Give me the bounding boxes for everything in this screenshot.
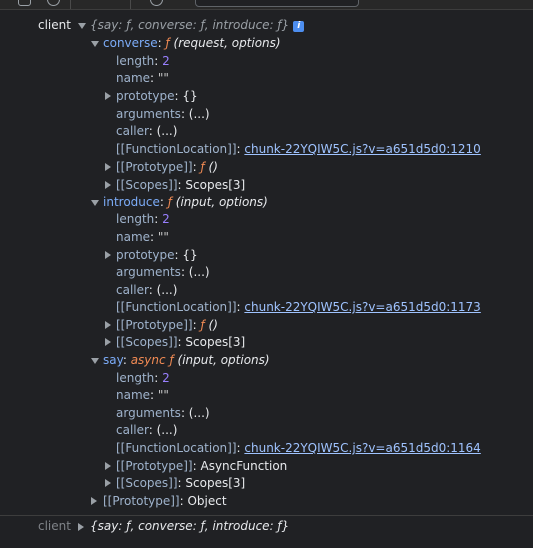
filter-input[interactable]: [195, 0, 359, 7]
property-scopes[interactable]: [[Scopes]]: Scopes[3]: [116, 475, 245, 492]
property-length: length: 2: [116, 212, 170, 226]
property-prototype-internal[interactable]: [[Prototype]]: AsyncFunction: [116, 458, 287, 475]
expand-arrow-icon[interactable]: [91, 497, 97, 505]
property-caller[interactable]: caller: (...): [116, 422, 177, 439]
property-root-prototype[interactable]: [[Prototype]]: Object: [103, 493, 227, 510]
expand-arrow-icon[interactable]: [105, 163, 111, 171]
source-link[interactable]: chunk-22YQIW5C.js?v=a651d5d0:1210: [244, 142, 480, 156]
property-function-location: [[FunctionLocation]]: chunk-22YQIW5C.js?…: [116, 441, 481, 455]
property-name: name: "": [116, 71, 169, 85]
toolbar-separator: [130, 0, 131, 9]
property-scopes[interactable]: [[Scopes]]: Scopes[3]: [116, 177, 245, 194]
variable-name: client: [38, 519, 71, 533]
eye-icon[interactable]: [150, 0, 163, 6]
property-converse[interactable]: converse: ƒ (request, options): [103, 35, 281, 52]
console-toolbar: [0, 0, 533, 10]
property-function-location: [[FunctionLocation]]: chunk-22YQIW5C.js?…: [116, 300, 481, 314]
property-prototype-internal[interactable]: [[Prototype]]: ƒ (): [116, 317, 218, 334]
property-arguments[interactable]: arguments: (...): [116, 405, 210, 422]
expand-arrow-icon[interactable]: [105, 338, 111, 346]
expand-arrow-icon[interactable]: [105, 462, 111, 470]
entry-divider: [0, 515, 533, 516]
expand-arrow-icon[interactable]: [91, 41, 99, 47]
clear-console-icon[interactable]: [47, 0, 60, 6]
expand-arrow-icon[interactable]: [78, 523, 84, 531]
property-function-location: [[FunctionLocation]]: chunk-22YQIW5C.js?…: [116, 142, 481, 156]
expand-arrow-icon[interactable]: [105, 251, 111, 259]
variable-name: client: [38, 18, 71, 32]
object-preview[interactable]: {say: ƒ, converse: ƒ, introduce: ƒ}: [90, 518, 289, 535]
property-name: name: "": [116, 388, 169, 402]
object-preview[interactable]: {say: ƒ, converse: ƒ, introduce: ƒ} i: [90, 17, 305, 34]
property-prototype[interactable]: prototype: {}: [116, 88, 198, 105]
property-length: length: 2: [116, 371, 170, 385]
property-scopes[interactable]: [[Scopes]]: Scopes[3]: [116, 334, 245, 351]
property-prototype-internal[interactable]: [[Prototype]]: ƒ (): [116, 159, 218, 176]
expand-arrow-icon[interactable]: [91, 200, 99, 206]
property-prototype[interactable]: prototype: {}: [116, 247, 198, 264]
property-introduce[interactable]: introduce: ƒ (input, options): [103, 194, 268, 211]
info-icon[interactable]: i: [293, 21, 305, 32]
console-entry-client-collapsed[interactable]: client: [38, 518, 71, 535]
property-caller[interactable]: caller: (...): [116, 123, 177, 140]
property-caller[interactable]: caller: (...): [116, 282, 177, 299]
property-arguments[interactable]: arguments: (...): [116, 106, 210, 123]
console-entry-client[interactable]: client: [38, 17, 71, 34]
source-link[interactable]: chunk-22YQIW5C.js?v=a651d5d0:1173: [244, 300, 480, 314]
expand-arrow-icon[interactable]: [105, 479, 111, 487]
expand-arrow-icon[interactable]: [105, 321, 111, 329]
property-length: length: 2: [116, 54, 170, 68]
source-link[interactable]: chunk-22YQIW5C.js?v=a651d5d0:1164: [244, 441, 480, 455]
expand-arrow-icon[interactable]: [78, 23, 86, 29]
property-say[interactable]: say: async ƒ (input, options): [103, 352, 270, 369]
property-name: name: "": [116, 230, 169, 244]
expand-arrow-icon[interactable]: [91, 358, 99, 364]
expand-arrow-icon[interactable]: [105, 92, 111, 100]
expand-arrow-icon[interactable]: [105, 181, 111, 189]
toolbar-separator: [70, 0, 71, 9]
property-arguments[interactable]: arguments: (...): [116, 264, 210, 281]
sidebar-icon[interactable]: [18, 0, 31, 6]
